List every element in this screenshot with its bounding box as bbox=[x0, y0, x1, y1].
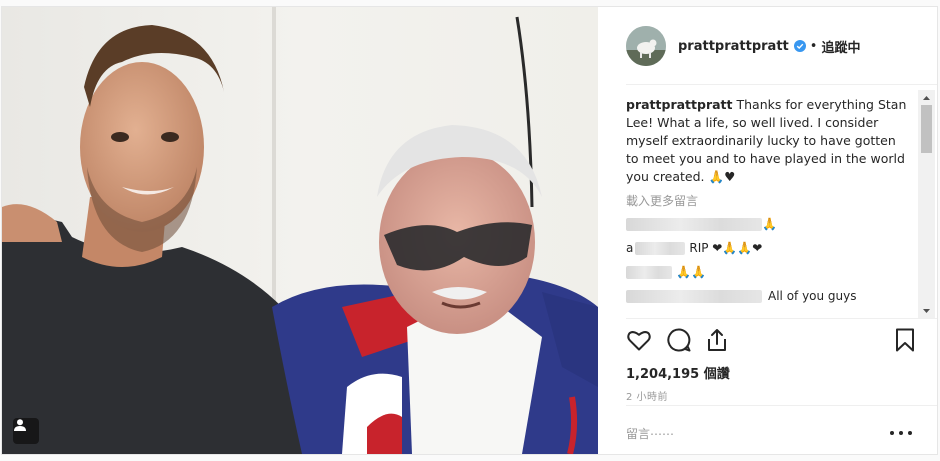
add-comment-input[interactable]: 留言⋯⋯ bbox=[626, 425, 674, 442]
verified-badge-icon bbox=[793, 40, 806, 52]
like-count[interactable]: 1,204,195 個讚 bbox=[626, 363, 730, 382]
header-divider bbox=[626, 84, 937, 85]
comment-input-divider bbox=[626, 405, 937, 406]
comments-scrollbar[interactable] bbox=[918, 90, 935, 318]
comment-row: a RIP ❤🙏🙏❤ bbox=[626, 236, 910, 260]
comment-row: 🙏 bbox=[626, 212, 910, 236]
comment-row: All of you guys bbox=[626, 284, 910, 308]
post-header: prattprattpratt • 追蹤中 bbox=[598, 7, 937, 85]
separator-dot: • bbox=[809, 38, 818, 54]
comments-divider bbox=[626, 318, 937, 319]
avatar-image bbox=[626, 26, 666, 66]
instagram-post: prattprattpratt • 追蹤中 prattprattpratt Th… bbox=[1, 6, 938, 455]
load-more-comments-link[interactable]: 載入更多留言 bbox=[626, 192, 910, 209]
arrow-up-icon bbox=[923, 95, 930, 100]
heart-icon[interactable] bbox=[626, 327, 652, 353]
bookmark-icon[interactable] bbox=[892, 327, 918, 353]
blurred-username bbox=[626, 217, 762, 231]
post-timestamp[interactable]: 2 小時前 bbox=[626, 388, 668, 403]
share-icon[interactable] bbox=[704, 327, 730, 353]
blurred-username bbox=[635, 241, 686, 255]
comment-row: 🙏🙏 bbox=[626, 260, 910, 284]
comment-text: 🙏🙏 bbox=[676, 265, 706, 279]
comment-text: 🙏 bbox=[762, 217, 777, 231]
post-actions-bar bbox=[626, 323, 918, 357]
scroll-down-arrow[interactable] bbox=[918, 303, 935, 318]
post-side-panel: prattprattpratt • 追蹤中 prattprattpratt Th… bbox=[598, 7, 937, 454]
post-photo[interactable] bbox=[2, 7, 598, 454]
avatar[interactable] bbox=[626, 26, 666, 66]
caption-username[interactable]: prattprattpratt bbox=[626, 97, 733, 112]
follow-status-button[interactable]: 追蹤中 bbox=[821, 37, 860, 56]
post-caption: prattprattpratt Thanks for everything St… bbox=[626, 96, 910, 186]
comments-list: prattprattpratt Thanks for everything St… bbox=[626, 96, 910, 316]
more-options-icon bbox=[890, 431, 894, 435]
blurred-username bbox=[626, 265, 672, 279]
more-options-icon bbox=[899, 431, 903, 435]
comment-user-initial: a bbox=[626, 241, 634, 255]
comment-text: RIP ❤🙏🙏❤ bbox=[689, 241, 763, 255]
post-photo-image bbox=[2, 7, 598, 454]
comment-text: All of you guys bbox=[768, 289, 857, 303]
post-username[interactable]: prattprattpratt bbox=[678, 39, 789, 54]
arrow-down-icon bbox=[923, 308, 930, 313]
scroll-up-arrow[interactable] bbox=[918, 90, 935, 105]
user-tag-icon bbox=[14, 419, 26, 431]
user-tag-button[interactable] bbox=[13, 418, 39, 444]
blurred-username bbox=[626, 289, 762, 303]
more-options-button[interactable] bbox=[890, 427, 912, 439]
comment-bubble-icon[interactable] bbox=[666, 327, 692, 353]
scrollbar-thumb[interactable] bbox=[921, 105, 932, 153]
more-options-icon bbox=[908, 431, 912, 435]
